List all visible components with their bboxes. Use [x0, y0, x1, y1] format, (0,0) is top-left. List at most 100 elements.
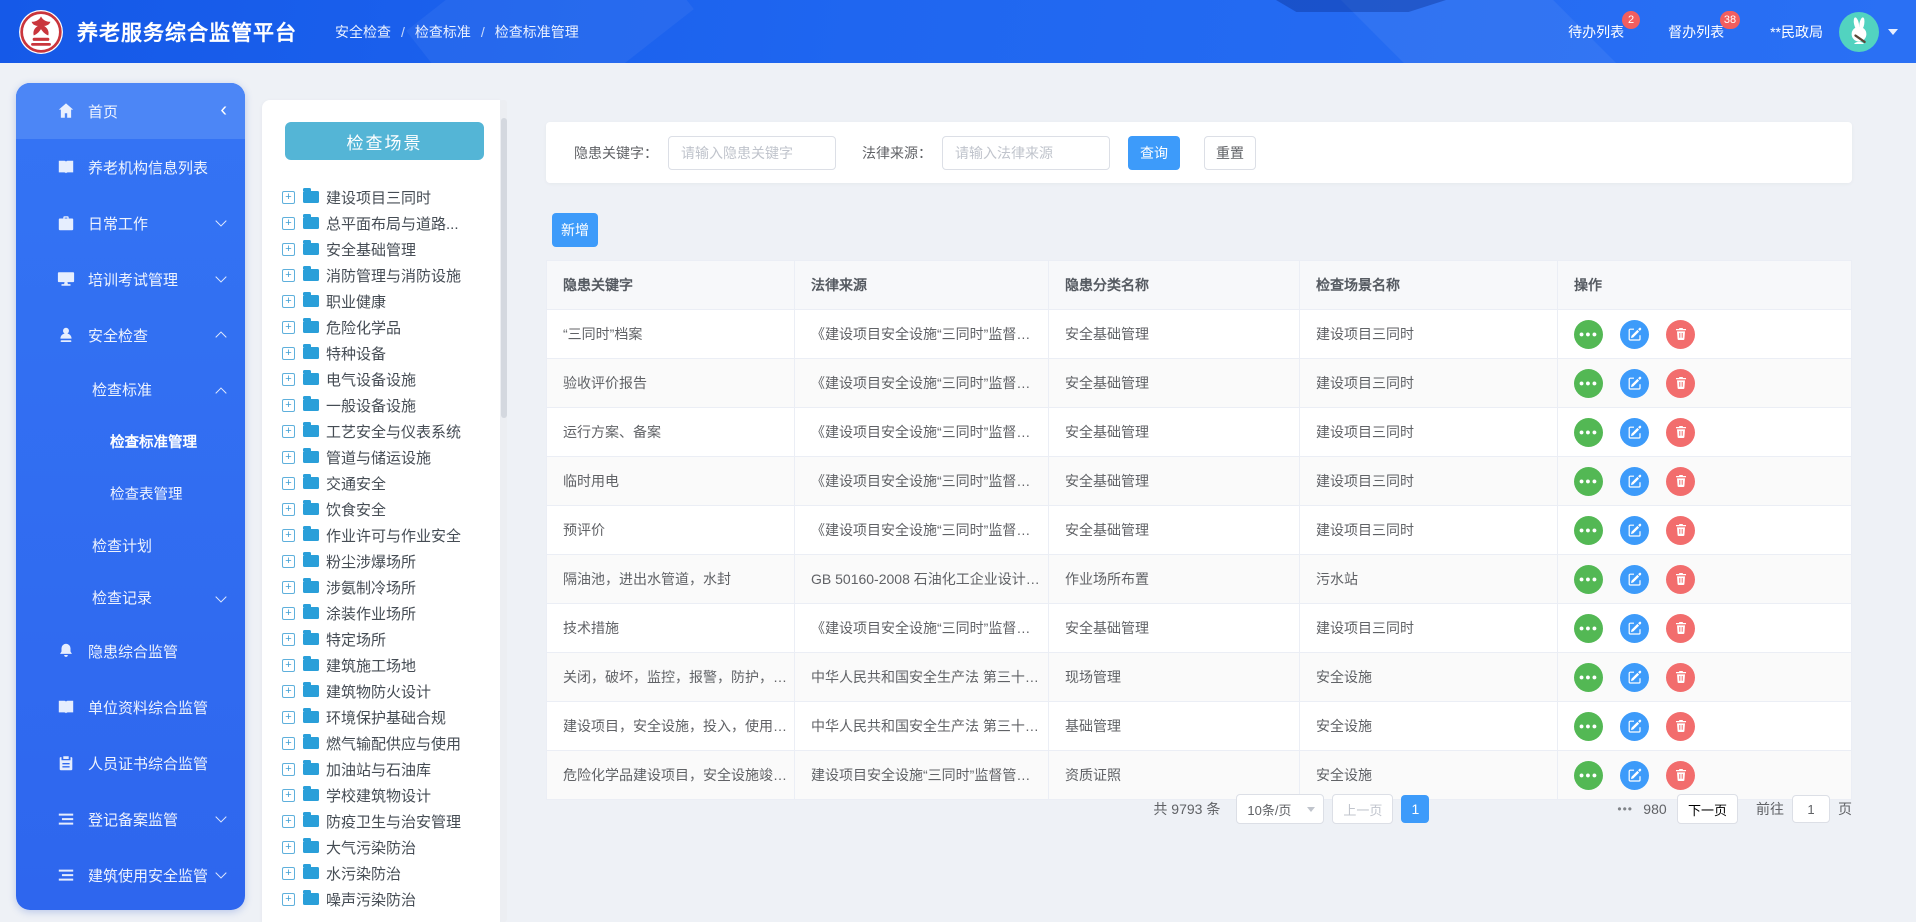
- expand-plus-icon[interactable]: [282, 710, 295, 724]
- expand-plus-icon[interactable]: [282, 866, 295, 880]
- tree-node[interactable]: 饮食安全: [282, 496, 490, 522]
- delete-button[interactable]: [1666, 711, 1695, 741]
- sidebar-item-check-standard[interactable]: 检查标准: [16, 363, 245, 415]
- sidebar-item-check-standard-mgmt[interactable]: 检查标准管理: [16, 415, 245, 467]
- org-name[interactable]: **民政局: [1770, 22, 1823, 42]
- tree-node[interactable]: 大气污染防治: [282, 834, 490, 860]
- expand-plus-icon[interactable]: [282, 736, 295, 750]
- user-menu-caret-icon[interactable]: [1888, 28, 1898, 35]
- page-number[interactable]: [1473, 795, 1501, 823]
- sidebar-item-safety-check[interactable]: 安全检查: [16, 307, 245, 363]
- page-number[interactable]: [1545, 795, 1573, 823]
- expand-plus-icon[interactable]: [282, 320, 295, 334]
- tree-node[interactable]: 特定场所: [282, 626, 490, 652]
- edit-button[interactable]: [1620, 466, 1649, 496]
- tree-node[interactable]: 特种设备: [282, 340, 490, 366]
- more-actions-button[interactable]: ●●●: [1574, 760, 1603, 790]
- reset-button[interactable]: 重置: [1204, 135, 1256, 170]
- sidebar-item-unit-data-supervision[interactable]: 单位资料综合监管: [16, 679, 245, 735]
- edit-button[interactable]: [1620, 760, 1649, 790]
- expand-plus-icon[interactable]: [282, 840, 295, 854]
- edit-button[interactable]: [1620, 711, 1649, 741]
- prev-page-button[interactable]: 上一页: [1332, 794, 1394, 824]
- more-actions-button[interactable]: ●●●: [1574, 466, 1603, 496]
- expand-plus-icon[interactable]: [282, 658, 295, 672]
- pages-ellipsis[interactable]: •••: [1617, 802, 1633, 816]
- tree-node[interactable]: 粉尘涉爆场所: [282, 548, 490, 574]
- more-actions-button[interactable]: ●●●: [1574, 711, 1603, 741]
- expand-plus-icon[interactable]: [282, 190, 295, 204]
- expand-plus-icon[interactable]: [282, 242, 295, 256]
- sidebar-item-check-table-mgmt[interactable]: 检查表管理: [16, 467, 245, 519]
- edit-button[interactable]: [1620, 613, 1649, 643]
- delete-button[interactable]: [1666, 515, 1695, 545]
- sidebar-item-hazard-supervision[interactable]: 隐患综合监管: [16, 623, 245, 679]
- page-number[interactable]: [1581, 795, 1609, 823]
- sidebar-item-certificate-supervision[interactable]: 人员证书综合监管: [16, 735, 245, 791]
- more-actions-button[interactable]: ●●●: [1574, 368, 1603, 398]
- more-actions-button[interactable]: ●●●: [1574, 515, 1603, 545]
- tree-node[interactable]: 水污染防治: [282, 860, 490, 886]
- tree-node[interactable]: 防疫卫生与治安管理: [282, 808, 490, 834]
- expand-plus-icon[interactable]: [282, 632, 295, 646]
- expand-plus-icon[interactable]: [282, 762, 295, 776]
- scene-tree-header-button[interactable]: 检查场景: [285, 122, 484, 160]
- tree-node[interactable]: 建筑施工场地: [282, 652, 490, 678]
- delete-button[interactable]: [1666, 662, 1695, 692]
- tree-node[interactable]: 建筑物防火设计: [282, 678, 490, 704]
- tree-node[interactable]: 作业许可与作业安全: [282, 522, 490, 548]
- sidebar-item-building-safety-supervision[interactable]: 建筑使用安全监管: [16, 847, 245, 903]
- page-number-last[interactable]: 980: [1641, 795, 1669, 823]
- keyword-input[interactable]: [668, 135, 836, 170]
- delete-button[interactable]: [1666, 564, 1695, 594]
- delete-button[interactable]: [1666, 466, 1695, 496]
- delete-button[interactable]: [1666, 368, 1695, 398]
- tree-node[interactable]: 建设项目三同时: [282, 184, 490, 210]
- page-size-select[interactable]: 10条/页: [1236, 794, 1325, 824]
- tree-node[interactable]: 学校建筑物设计: [282, 782, 490, 808]
- expand-plus-icon[interactable]: [282, 346, 295, 360]
- edit-button[interactable]: [1620, 319, 1649, 349]
- expand-plus-icon[interactable]: [282, 398, 295, 412]
- supervise-list-link[interactable]: 督办列表 38: [1668, 10, 1741, 42]
- sidebar-item-check-record[interactable]: 检查记录: [16, 571, 245, 623]
- more-actions-button[interactable]: ●●●: [1574, 417, 1603, 447]
- sidebar-item-daily-work[interactable]: 日常工作: [16, 195, 245, 251]
- breadcrumb-item[interactable]: 安全检查: [335, 22, 391, 42]
- page-number[interactable]: [1437, 795, 1465, 823]
- more-actions-button[interactable]: ●●●: [1574, 662, 1603, 692]
- page-number-active[interactable]: 1: [1401, 795, 1430, 823]
- tree-node[interactable]: 安全基础管理: [282, 236, 490, 262]
- tree-node[interactable]: 涉氨制冷场所: [282, 574, 490, 600]
- delete-button[interactable]: [1666, 319, 1695, 349]
- sidebar-item-training-exam[interactable]: 培训考试管理: [16, 251, 245, 307]
- expand-plus-icon[interactable]: [282, 450, 295, 464]
- edit-button[interactable]: [1620, 662, 1649, 692]
- expand-plus-icon[interactable]: [282, 424, 295, 438]
- user-avatar[interactable]: [1839, 11, 1879, 52]
- todo-list-link[interactable]: 待办列表 2: [1568, 10, 1641, 42]
- expand-plus-icon[interactable]: [282, 372, 295, 386]
- tree-node[interactable]: 噪声污染防治: [282, 886, 490, 912]
- expand-plus-icon[interactable]: [282, 502, 295, 516]
- tree-node[interactable]: 环境保护基础合规: [282, 704, 490, 730]
- expand-plus-icon[interactable]: [282, 684, 295, 698]
- tree-node[interactable]: 燃气输配供应与使用: [282, 730, 490, 756]
- expand-plus-icon[interactable]: [282, 788, 295, 802]
- sidebar-collapse-icon[interactable]: ‹: [220, 97, 227, 123]
- query-button[interactable]: 查询: [1128, 135, 1180, 170]
- expand-plus-icon[interactable]: [282, 294, 295, 308]
- tree-scrollbar-thumb[interactable]: [500, 118, 507, 418]
- expand-plus-icon[interactable]: [282, 580, 295, 594]
- sidebar-item-home[interactable]: 首页 ‹: [16, 83, 245, 139]
- edit-button[interactable]: [1620, 515, 1649, 545]
- delete-button[interactable]: [1666, 760, 1695, 790]
- expand-plus-icon[interactable]: [282, 814, 295, 828]
- tree-node[interactable]: 总平面布局与道路...: [282, 210, 490, 236]
- page-number[interactable]: [1509, 795, 1537, 823]
- expand-plus-icon[interactable]: [282, 528, 295, 542]
- tree-node[interactable]: 电气设备设施: [282, 366, 490, 392]
- more-actions-button[interactable]: ●●●: [1574, 564, 1603, 594]
- expand-plus-icon[interactable]: [282, 216, 295, 230]
- delete-button[interactable]: [1666, 417, 1695, 447]
